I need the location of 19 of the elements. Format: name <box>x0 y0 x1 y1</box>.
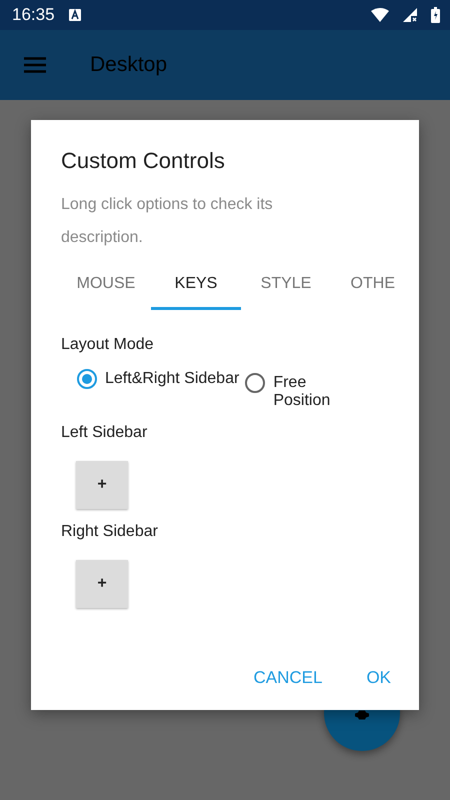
section-label: Left Sidebar <box>61 424 148 442</box>
tab[interactable]: OTHE <box>331 260 395 310</box>
wifi-icon <box>371 8 389 22</box>
battery-icon <box>431 7 440 23</box>
radio-option[interactable]: Free Position <box>245 374 336 410</box>
add-button[interactable]: + <box>76 461 128 509</box>
signal-icon <box>403 8 417 22</box>
clock: 16:35 <box>12 5 55 25</box>
section-label: Layout Mode <box>61 336 155 354</box>
keyboard-notification-icon <box>68 9 81 21</box>
app-title: Desktop <box>90 53 168 77</box>
tab[interactable]: MOUSE <box>61 260 151 310</box>
tab[interactable]: KEYS <box>151 260 241 310</box>
dialog-title: Custom Controls <box>61 148 226 174</box>
tab[interactable]: STYLE <box>241 260 331 310</box>
section-label: Right Sidebar <box>61 523 159 541</box>
radio-option[interactable]: Left&Right Sidebar <box>77 370 240 410</box>
add-button[interactable]: + <box>76 560 128 608</box>
dialog-subtitle: Long click options to check its description. <box>61 195 274 248</box>
